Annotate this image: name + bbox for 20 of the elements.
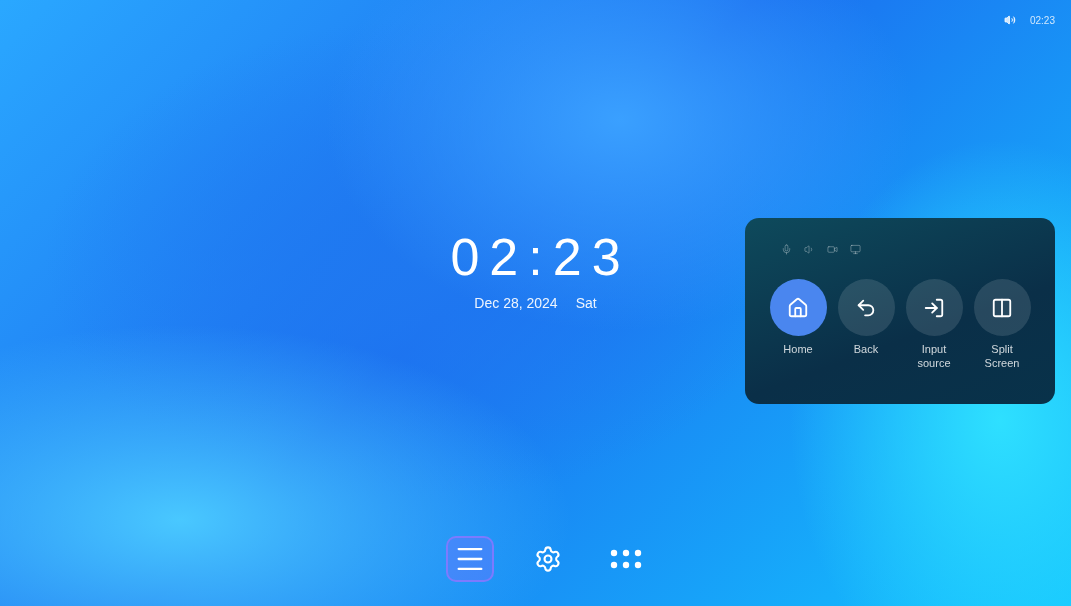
- home-button[interactable]: [769, 279, 827, 336]
- microphone-icon: [781, 244, 792, 255]
- button-label: Split Screen: [983, 342, 1021, 371]
- button-label: Input source: [916, 342, 952, 371]
- status-time: 02:23: [1029, 14, 1055, 26]
- clock-date: Dec 28, 2024: [474, 295, 558, 311]
- button-label: Back: [852, 342, 880, 357]
- monitor-icon: [850, 244, 861, 255]
- camera-icon: [827, 244, 838, 255]
- clock-weekday: Sat: [575, 295, 597, 311]
- settings-icon: [533, 545, 562, 573]
- apps-grid-icon: [608, 548, 643, 570]
- speaker-icon: [804, 244, 815, 255]
- input-source-icon: [923, 296, 945, 319]
- home-icon: [787, 296, 809, 319]
- button-label: Home: [782, 342, 814, 357]
- speaker-icon: [1003, 14, 1016, 26]
- menu-button[interactable]: [445, 536, 494, 582]
- clock-time: 02:23: [449, 231, 631, 283]
- split-screen-icon: [991, 296, 1013, 319]
